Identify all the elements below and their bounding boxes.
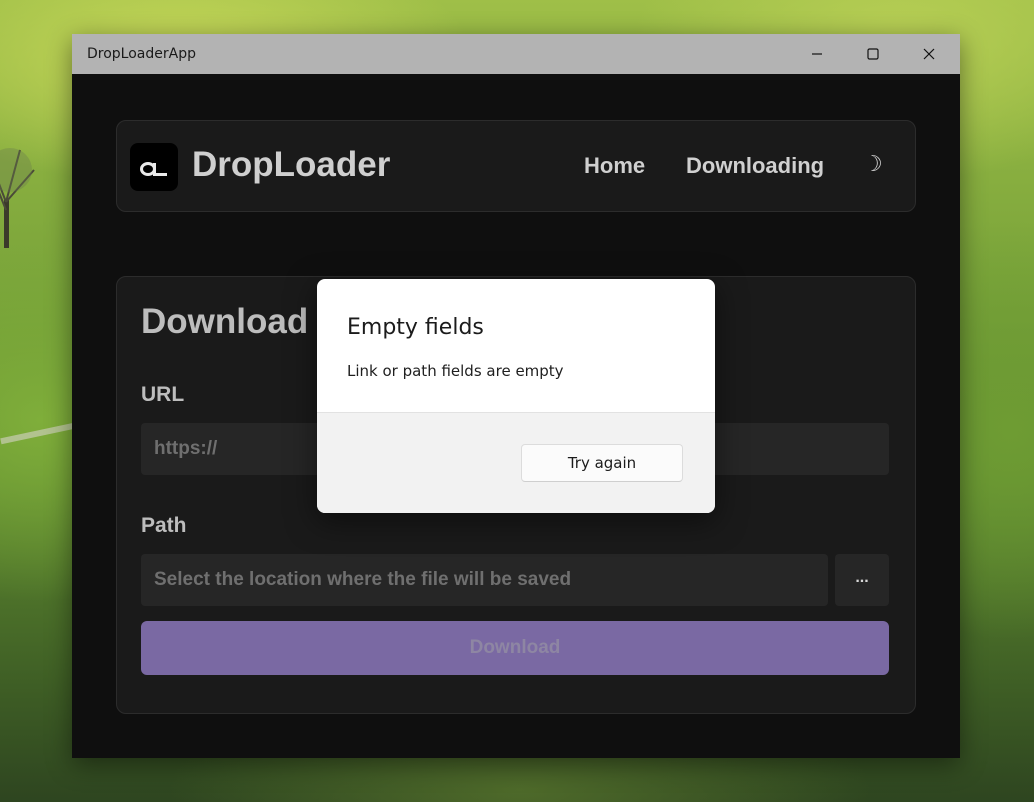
- close-button[interactable]: [906, 34, 952, 74]
- nav-home-link[interactable]: Home: [584, 153, 645, 179]
- app-header: DropLoader Home Downloading ☽: [116, 120, 916, 212]
- moon-icon[interactable]: ☽: [863, 152, 883, 177]
- window-title: DropLoaderApp: [87, 46, 196, 62]
- tree-illustration: [0, 148, 35, 248]
- path-input[interactable]: [141, 554, 828, 606]
- brand-name: DropLoader: [192, 145, 391, 184]
- download-button[interactable]: Download: [141, 621, 889, 675]
- url-label: URL: [141, 383, 185, 406]
- maximize-icon: [867, 48, 879, 60]
- nav-downloading-link[interactable]: Downloading: [686, 153, 824, 179]
- path-label: Path: [141, 514, 187, 537]
- minimize-button[interactable]: [794, 34, 840, 74]
- maximize-button[interactable]: [850, 34, 896, 74]
- dialog-footer: Try again: [317, 412, 715, 513]
- card-title: Download: [141, 302, 309, 341]
- close-icon: [923, 48, 935, 60]
- app-logo: [130, 143, 178, 191]
- droploader-logo-icon: [140, 162, 167, 176]
- dialog-message: Link or path fields are empty: [347, 362, 564, 380]
- minimize-icon: [812, 53, 822, 55]
- browse-button[interactable]: ...: [835, 554, 889, 606]
- try-again-button[interactable]: Try again: [521, 444, 683, 482]
- title-bar: DropLoaderApp: [72, 34, 960, 74]
- dialog-title: Empty fields: [347, 315, 484, 340]
- error-dialog: Empty fields Link or path fields are emp…: [317, 279, 715, 513]
